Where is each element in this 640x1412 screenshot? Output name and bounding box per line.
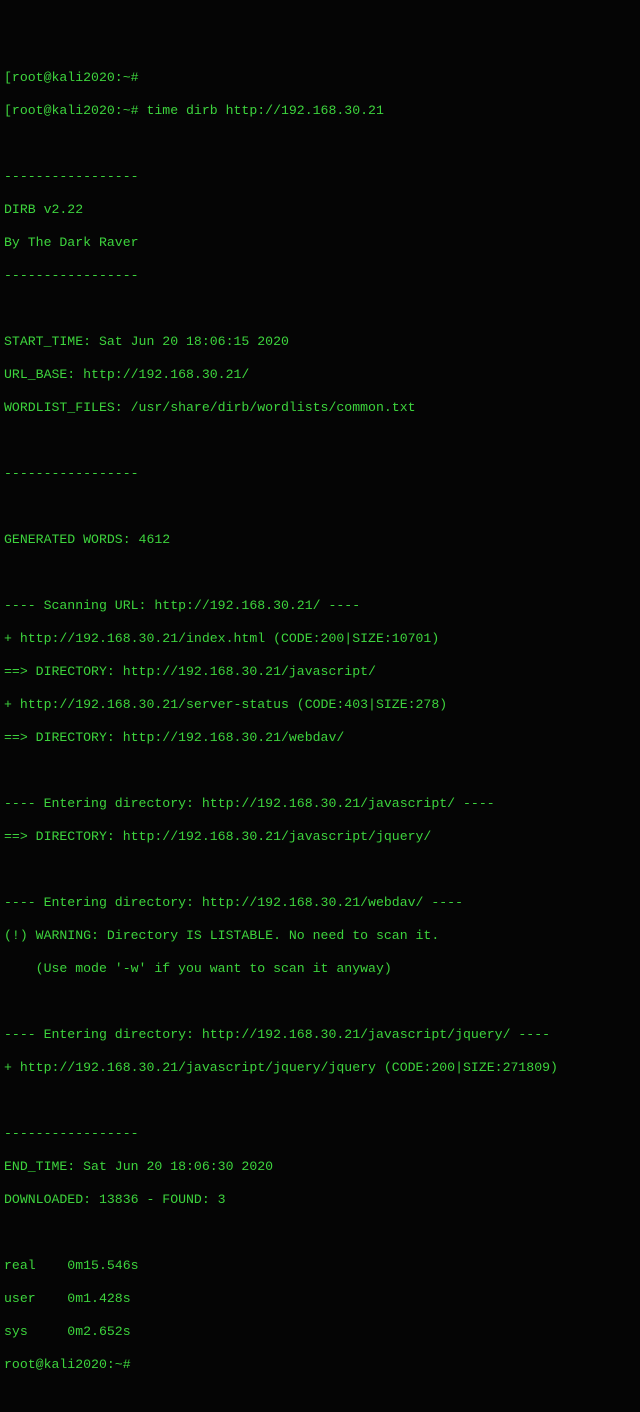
separator: ----------------- bbox=[4, 466, 636, 483]
banner-title: DIRB v2.22 bbox=[4, 202, 636, 219]
downloaded-found: DOWNLOADED: 13836 - FOUND: 3 bbox=[4, 1192, 636, 1209]
warning-listable: (!) WARNING: Directory IS LISTABLE. No n… bbox=[4, 928, 636, 945]
time-sys: sys 0m2.652s bbox=[4, 1324, 636, 1341]
blank bbox=[4, 433, 636, 450]
blank bbox=[4, 1225, 636, 1242]
blank bbox=[4, 301, 636, 318]
time-user: user 0m1.428s bbox=[4, 1291, 636, 1308]
dir-listing: ==> DIRECTORY: http://192.168.30.21/webd… bbox=[4, 730, 636, 747]
blank bbox=[4, 763, 636, 780]
prompt-final[interactable]: root@kali2020:~# bbox=[4, 1357, 636, 1374]
blank bbox=[4, 499, 636, 516]
scanning-url: ---- Scanning URL: http://192.168.30.21/… bbox=[4, 598, 636, 615]
end-time: END_TIME: Sat Jun 20 18:06:30 2020 bbox=[4, 1159, 636, 1176]
blank bbox=[4, 1093, 636, 1110]
prompt-initial: [root@kali2020:~# bbox=[4, 70, 636, 87]
entering-dir: ---- Entering directory: http://192.168.… bbox=[4, 796, 636, 813]
blank bbox=[4, 565, 636, 582]
command-input[interactable]: [root@kali2020:~# time dirb http://192.1… bbox=[4, 103, 636, 120]
blank bbox=[4, 136, 636, 153]
generated-words: GENERATED WORDS: 4612 bbox=[4, 532, 636, 549]
dir-listing: ==> DIRECTORY: http://192.168.30.21/java… bbox=[4, 829, 636, 846]
separator: ----------------- bbox=[4, 169, 636, 186]
dir-listing: ==> DIRECTORY: http://192.168.30.21/java… bbox=[4, 664, 636, 681]
entering-dir: ---- Entering directory: http://192.168.… bbox=[4, 895, 636, 912]
time-real: real 0m15.546s bbox=[4, 1258, 636, 1275]
separator: ----------------- bbox=[4, 268, 636, 285]
blank bbox=[4, 994, 636, 1011]
hit-server-status: + http://192.168.30.21/server-status (CO… bbox=[4, 697, 636, 714]
separator: ----------------- bbox=[4, 1126, 636, 1143]
warning-hint: (Use mode '-w' if you want to scan it an… bbox=[4, 961, 636, 978]
url-base: URL_BASE: http://192.168.30.21/ bbox=[4, 367, 636, 384]
blank bbox=[4, 862, 636, 879]
wordlist-files: WORDLIST_FILES: /usr/share/dirb/wordlist… bbox=[4, 400, 636, 417]
hit-index: + http://192.168.30.21/index.html (CODE:… bbox=[4, 631, 636, 648]
banner-author: By The Dark Raver bbox=[4, 235, 636, 252]
start-time: START_TIME: Sat Jun 20 18:06:15 2020 bbox=[4, 334, 636, 351]
hit-jquery: + http://192.168.30.21/javascript/jquery… bbox=[4, 1060, 636, 1077]
entering-dir: ---- Entering directory: http://192.168.… bbox=[4, 1027, 636, 1044]
